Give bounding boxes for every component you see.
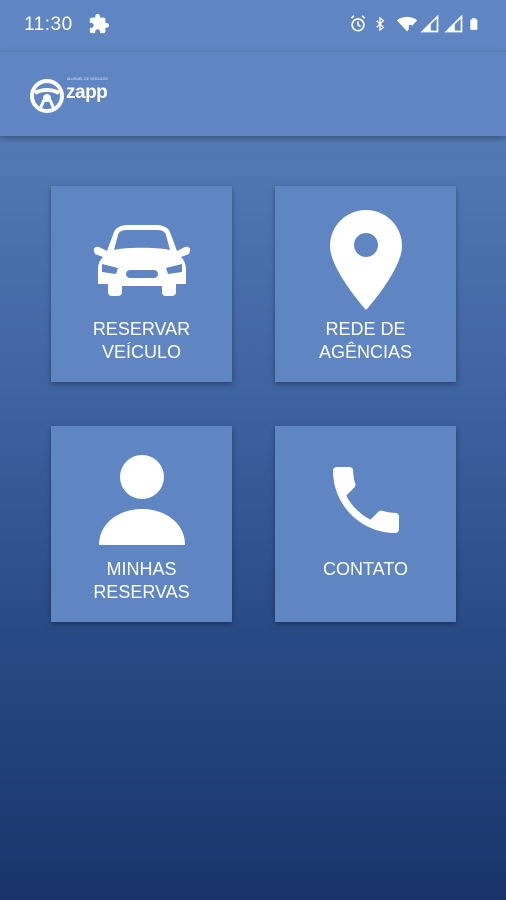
app-bar: ALUGUEL DE VEÍCULOS zapp xyxy=(0,52,506,136)
tile-label: MINHAS RESERVAS xyxy=(57,558,226,604)
contato-button[interactable]: CONTATO xyxy=(275,426,456,622)
phone-icon xyxy=(332,467,399,533)
puzzle-icon xyxy=(89,13,110,34)
bluetooth-icon xyxy=(372,13,392,35)
wifi-icon xyxy=(396,13,418,35)
status-bar: 11:30 xyxy=(0,0,506,52)
tile-label-line2: AGÊNCIAS xyxy=(318,342,413,362)
tile-label-line1: REDE DE xyxy=(325,319,406,339)
tile-icon-wrap xyxy=(51,212,232,308)
person-icon xyxy=(98,455,185,545)
tile-label-line2: VEÍCULO xyxy=(101,342,182,362)
signal-icon xyxy=(444,13,464,35)
status-icons xyxy=(348,13,488,35)
alarm-icon xyxy=(348,13,368,35)
battery-icon xyxy=(468,13,488,35)
tile-label-line2: RESERVAS xyxy=(93,582,190,602)
minhas-reservas-button[interactable]: MINHAS RESERVAS xyxy=(51,426,232,622)
reservar-veiculo-button[interactable]: RESERVAR VEÍCULO xyxy=(51,186,232,382)
logo-text: zapp xyxy=(66,82,108,103)
tile-label-line1: MINHAS xyxy=(106,559,177,579)
status-time: 11:30 xyxy=(24,14,73,35)
rede-de-agencias-button[interactable]: REDE DE AGÊNCIAS xyxy=(275,186,456,382)
signal-icon xyxy=(420,13,440,35)
tile-label-line1: RESERVAR xyxy=(92,319,191,339)
logo-tagline: ALUGUEL DE VEÍCULOS xyxy=(67,77,108,81)
tile-icon-wrap xyxy=(275,210,456,310)
tile-label: REDE DE AGÊNCIAS xyxy=(281,318,450,364)
tile-label: RESERVAR VEÍCULO xyxy=(57,318,226,364)
car-icon xyxy=(93,225,190,296)
tile-icon-wrap xyxy=(275,452,456,548)
tile-icon-wrap xyxy=(51,452,232,548)
tile-label: CONTATO xyxy=(281,558,450,581)
location-pin-icon xyxy=(329,210,402,310)
tile-label-line1: CONTATO xyxy=(323,559,408,579)
